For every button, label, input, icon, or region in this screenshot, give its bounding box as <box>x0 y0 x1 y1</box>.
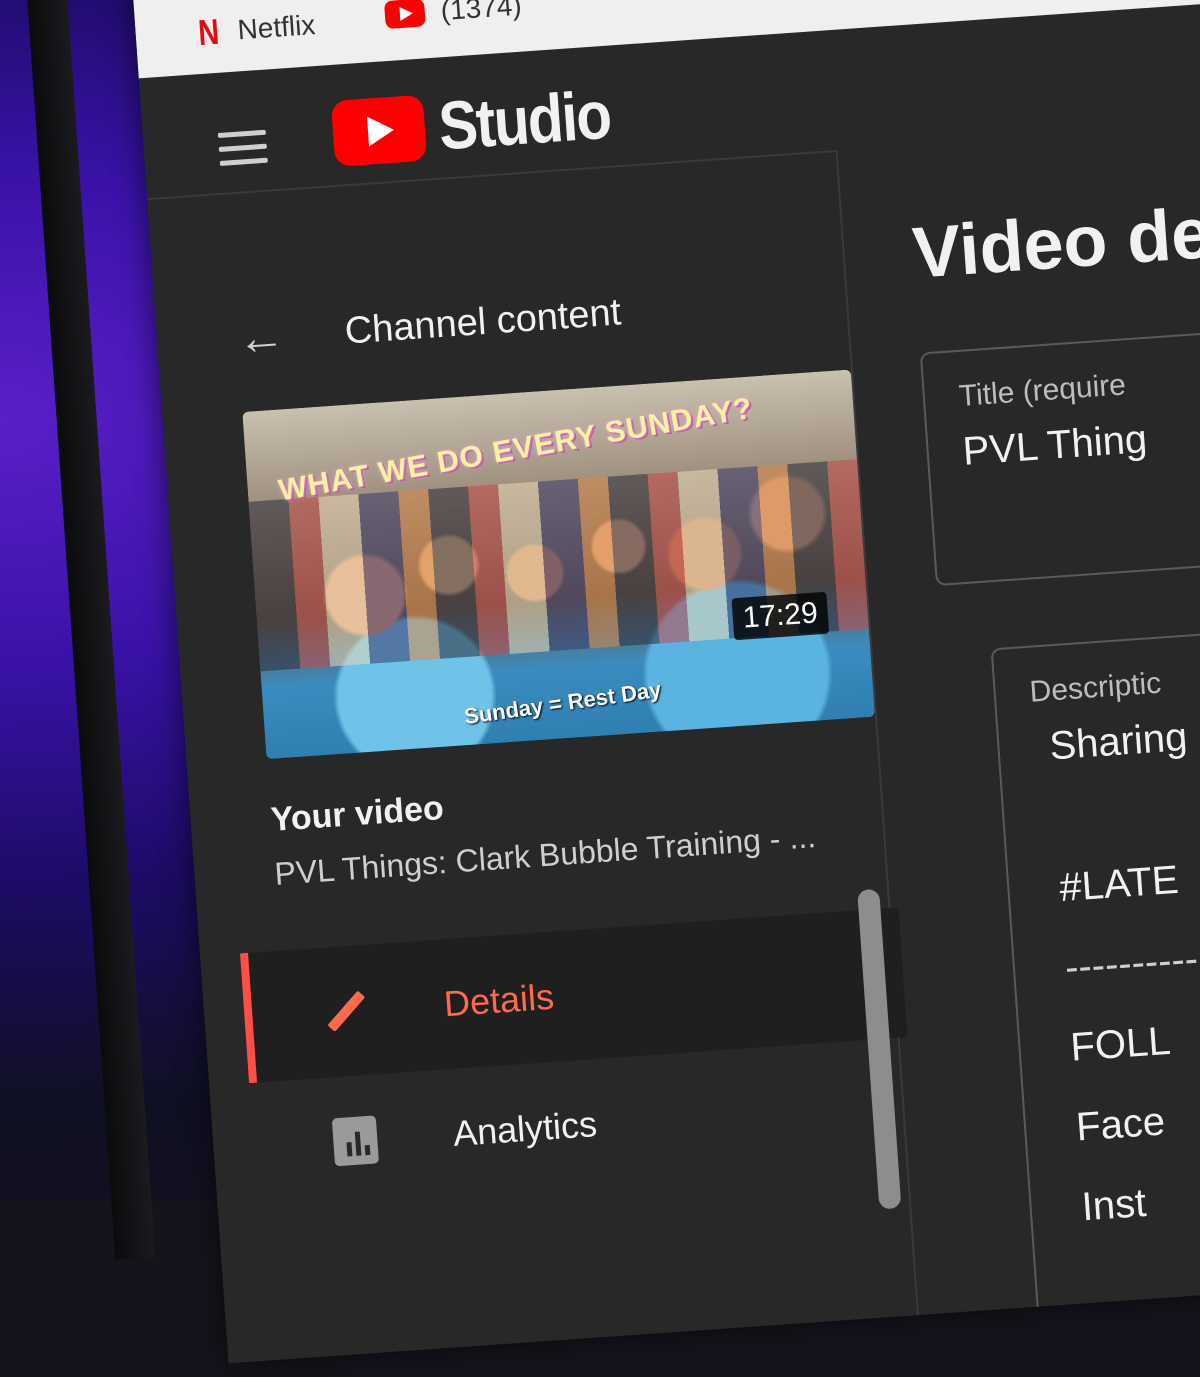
netflix-icon: N <box>196 10 221 54</box>
bookmark-netflix[interactable]: N Netflix <box>194 4 316 54</box>
description-line: FOLL <box>1069 1018 1172 1070</box>
title-field-label: Title (require <box>957 368 1127 413</box>
nav-label: Analytics <box>451 1103 599 1155</box>
youtube-icon <box>383 0 426 30</box>
page-title: Video del <box>910 191 1200 294</box>
video-thumbnail[interactable]: WHAT WE DO EVERY SUNDAY? Sunday = Rest D… <box>242 369 876 760</box>
description-field-label: Descriptic <box>1028 666 1163 709</box>
active-indicator <box>240 952 258 1084</box>
title-field-value[interactable]: PVL Thing <box>961 417 1148 475</box>
menu-icon[interactable] <box>217 129 269 175</box>
back-to-channel-content[interactable]: ← Channel content <box>235 285 623 367</box>
studio-logo[interactable]: Studio <box>330 74 640 173</box>
bookmark-label: Netflix <box>236 9 317 46</box>
pencil-icon <box>323 988 370 1035</box>
description-line: Inst <box>1080 1180 1148 1230</box>
description-line: ---------- <box>1063 936 1200 990</box>
arrow-left-icon: ← <box>235 309 287 367</box>
logo-text: Studio <box>436 76 613 165</box>
youtube-play-icon <box>330 94 428 167</box>
title-field[interactable]: Title (require PVL Thing <box>919 310 1200 587</box>
description-field[interactable]: Descriptic Sharing #LATE ---------- FOLL… <box>990 606 1200 1351</box>
bookmark-youtube[interactable]: (1374) <box>383 0 523 31</box>
screen-wrapper: N Netflix (1374) Studio ← Channel conten… <box>0 0 1200 1364</box>
thumbnail-caption: Sunday = Rest Day <box>462 676 663 730</box>
duration-badge: 17:29 <box>731 591 830 641</box>
your-video-heading: Your video <box>269 788 445 839</box>
laptop-screen: N Netflix (1374) Studio ← Channel conten… <box>130 0 1200 1364</box>
description-line: #LATE <box>1057 857 1181 911</box>
nav-label: Details <box>442 975 556 1025</box>
channel-content-label: Channel content <box>343 291 623 353</box>
bookmark-label: (1374) <box>439 0 523 27</box>
description-line: Sharing <box>1048 714 1189 769</box>
description-line: Face <box>1074 1099 1167 1150</box>
sidebar: ← Channel content WHAT WE DO EVERY SUNDA… <box>147 149 922 1364</box>
analytics-icon <box>331 1115 380 1167</box>
